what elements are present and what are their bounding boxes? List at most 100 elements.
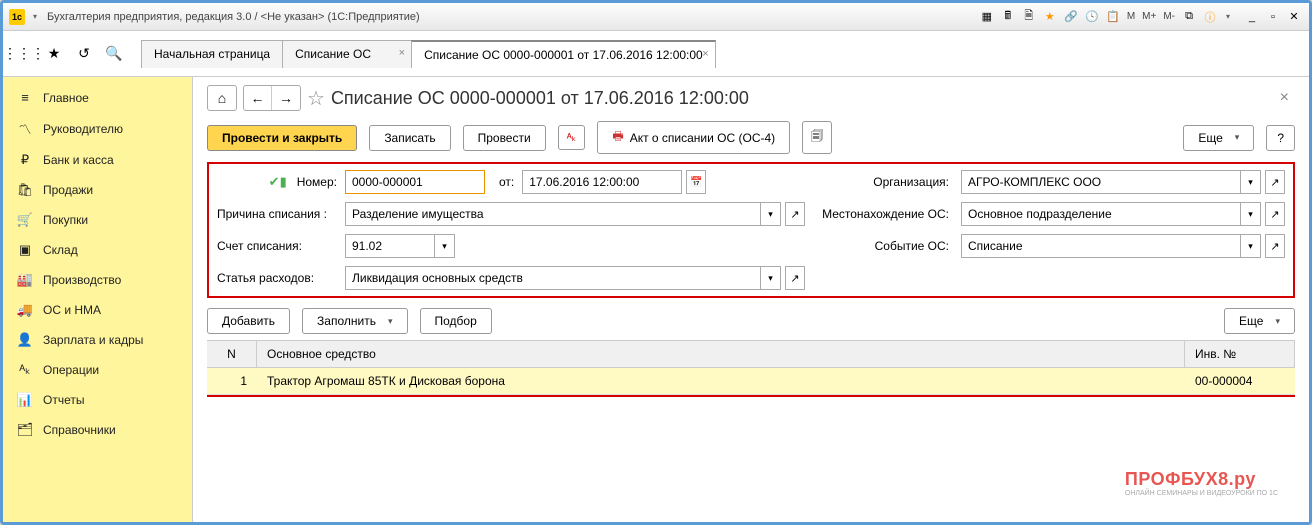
search-icon[interactable]: 🔍 <box>103 43 125 65</box>
dropdown-button[interactable]: ▾ <box>1241 170 1261 194</box>
close-icon[interactable]: × <box>399 47 405 59</box>
help-button[interactable]: ? <box>1266 125 1295 151</box>
table-row[interactable]: 1 Трактор Агромаш 85ТК и Дисковая борона… <box>207 368 1295 395</box>
star-icon[interactable]: ★ <box>1041 8 1059 26</box>
body: ≡Главное 〽Руководителю ₽Банк и касса 🛍Пр… <box>3 77 1309 522</box>
tab-home[interactable]: Начальная страница <box>141 40 283 68</box>
close-icon[interactable]: × <box>702 48 708 60</box>
sidebar-item-operations[interactable]: ᴬₖОперации <box>3 355 192 385</box>
back-button[interactable]: ← <box>244 86 272 110</box>
fill-button[interactable]: Заполнить <box>302 308 407 334</box>
link-icon[interactable]: 🔗 <box>1062 8 1080 26</box>
home-button[interactable]: ⌂ <box>207 85 237 111</box>
history-icon[interactable]: ↺ <box>73 43 95 65</box>
page-close-button[interactable]: × <box>1274 89 1295 107</box>
watermark: ПРОФБУХ8.ру ОНЛАЙН СЕМИНАРЫ И ВИДЕОУРОКИ… <box>1125 469 1278 497</box>
form-area: ✔▮ Номер: от: 📅 Организация: ▾ ↗ Причина… <box>207 162 1295 298</box>
dropdown-button[interactable]: ▾ <box>761 202 781 226</box>
sidebar-item-warehouse[interactable]: ▣Склад <box>3 235 192 265</box>
sidebar-item-bank[interactable]: ₽Банк и касса <box>3 145 192 175</box>
m-plus-button[interactable]: M+ <box>1140 11 1158 22</box>
app-window: 1c ▾ Бухгалтерия предприятия, редакция 3… <box>0 0 1312 525</box>
account-field: ▾ <box>345 234 465 258</box>
open-button[interactable]: ↗ <box>785 266 805 290</box>
folder-icon: 🗂 <box>17 422 33 438</box>
event-field: ▾ ↗ <box>961 234 1285 258</box>
col-n[interactable]: N <box>207 341 257 367</box>
grid-icon[interactable]: ▦ <box>978 8 996 26</box>
dropdown-button[interactable]: ▾ <box>1241 202 1261 226</box>
col-inv[interactable]: Инв. № <box>1185 341 1295 367</box>
tab-writeoff-doc[interactable]: Списание ОС 0000-000001 от 17.06.2016 12… <box>411 40 716 68</box>
open-button[interactable]: ↗ <box>1265 202 1285 226</box>
report-icon: 📊 <box>17 392 33 408</box>
favorite-toggle[interactable]: ☆ <box>307 86 325 111</box>
location-input[interactable] <box>961 202 1241 226</box>
minimize-button[interactable]: _ <box>1243 8 1261 26</box>
m-button[interactable]: M <box>1125 11 1137 22</box>
list-more-button[interactable]: Еще <box>1224 308 1295 334</box>
titlebar-dropdown-icon[interactable]: ▾ <box>33 12 43 21</box>
tab-writeoff-list[interactable]: Списание ОС× <box>282 40 412 68</box>
open-button[interactable]: ↗ <box>785 202 805 226</box>
reason-input[interactable] <box>345 202 761 226</box>
sidebar-item-assets[interactable]: 🚚ОС и НМА <box>3 295 192 325</box>
calendar-icon[interactable]: 📋 <box>1104 8 1122 26</box>
sidebar-item-main[interactable]: ≡Главное <box>3 83 192 112</box>
attachments-button[interactable]: 🗐 <box>802 121 832 154</box>
act-os4-button[interactable]: 🖶Акт о списании ОС (ОС-4) <box>597 121 790 154</box>
sidebar-item-sales[interactable]: 🛍Продажи <box>3 175 192 205</box>
add-button[interactable]: Добавить <box>207 308 290 334</box>
apps-icon[interactable]: ⋮⋮⋮ <box>13 43 35 65</box>
post-and-close-button[interactable]: Провести и закрыть <box>207 125 357 151</box>
info-dropdown-icon[interactable]: ▾ <box>1226 12 1236 21</box>
dropdown-button[interactable]: ▾ <box>1241 234 1261 258</box>
dropdown-button[interactable]: ▾ <box>435 234 455 258</box>
number-label: Номер: <box>297 175 337 189</box>
account-label: Счет списания: <box>217 239 337 253</box>
main-content: ⌂ ← → ☆ Списание ОС 0000-000001 от 17.06… <box>193 77 1309 522</box>
close-button[interactable]: ✕ <box>1285 8 1303 26</box>
window-icon[interactable]: ⧉ <box>1180 8 1198 26</box>
open-button[interactable]: ↗ <box>1265 170 1285 194</box>
tab-bar: Начальная страница Списание ОС× Списание… <box>141 40 715 68</box>
assets-table: N Основное средство Инв. № 1 Трактор Агр… <box>207 340 1295 397</box>
calendar-button[interactable]: 📅 <box>686 170 706 194</box>
post-button[interactable]: Провести <box>463 125 546 151</box>
col-asset[interactable]: Основное средство <box>257 341 1185 367</box>
sidebar-item-reports[interactable]: 📊Отчеты <box>3 385 192 415</box>
account-input[interactable] <box>345 234 435 258</box>
info-icon[interactable]: ⓘ <box>1201 8 1219 26</box>
sidebar-item-purchases[interactable]: 🛒Покупки <box>3 205 192 235</box>
maximize-button[interactable]: ▫ <box>1264 8 1282 26</box>
more-button[interactable]: Еще <box>1183 125 1254 151</box>
date-input[interactable] <box>522 170 682 194</box>
sidebar-item-directories[interactable]: 🗂Справочники <box>3 415 192 445</box>
page-header: ⌂ ← → ☆ Списание ОС 0000-000001 от 17.06… <box>207 85 1295 111</box>
dropdown-button[interactable]: ▾ <box>761 266 781 290</box>
org-input[interactable] <box>961 170 1241 194</box>
open-button[interactable]: ↗ <box>1265 234 1285 258</box>
pick-button[interactable]: Подбор <box>420 308 492 334</box>
clock-icon[interactable]: 🕓 <box>1083 8 1101 26</box>
number-input[interactable] <box>345 170 485 194</box>
forward-button[interactable]: → <box>272 86 300 110</box>
app-icon: 1c <box>9 9 25 25</box>
sidebar: ≡Главное 〽Руководителю ₽Банк и касса 🛍Пр… <box>3 77 193 522</box>
ledger-icon: ᴬₖ <box>17 362 33 378</box>
org-field: ▾ ↗ <box>961 170 1285 194</box>
transactions-button[interactable]: ᴬₖ <box>558 125 586 150</box>
red-divider <box>207 395 1295 397</box>
sidebar-item-manager[interactable]: 〽Руководителю <box>3 112 192 145</box>
m-minus-button[interactable]: M- <box>1161 11 1177 22</box>
calc-icon[interactable]: 🖩 <box>999 8 1017 26</box>
doc-icon[interactable]: 🗎 <box>1020 8 1038 26</box>
nav-group: ← → <box>243 85 301 111</box>
save-button[interactable]: Записать <box>369 125 450 151</box>
favorite-icon[interactable]: ★ <box>43 43 65 65</box>
cart-icon: 🛒 <box>17 212 33 228</box>
event-input[interactable] <box>961 234 1241 258</box>
expense-input[interactable] <box>345 266 761 290</box>
sidebar-item-production[interactable]: 🏭Производство <box>3 265 192 295</box>
sidebar-item-payroll[interactable]: 👤Зарплата и кадры <box>3 325 192 355</box>
